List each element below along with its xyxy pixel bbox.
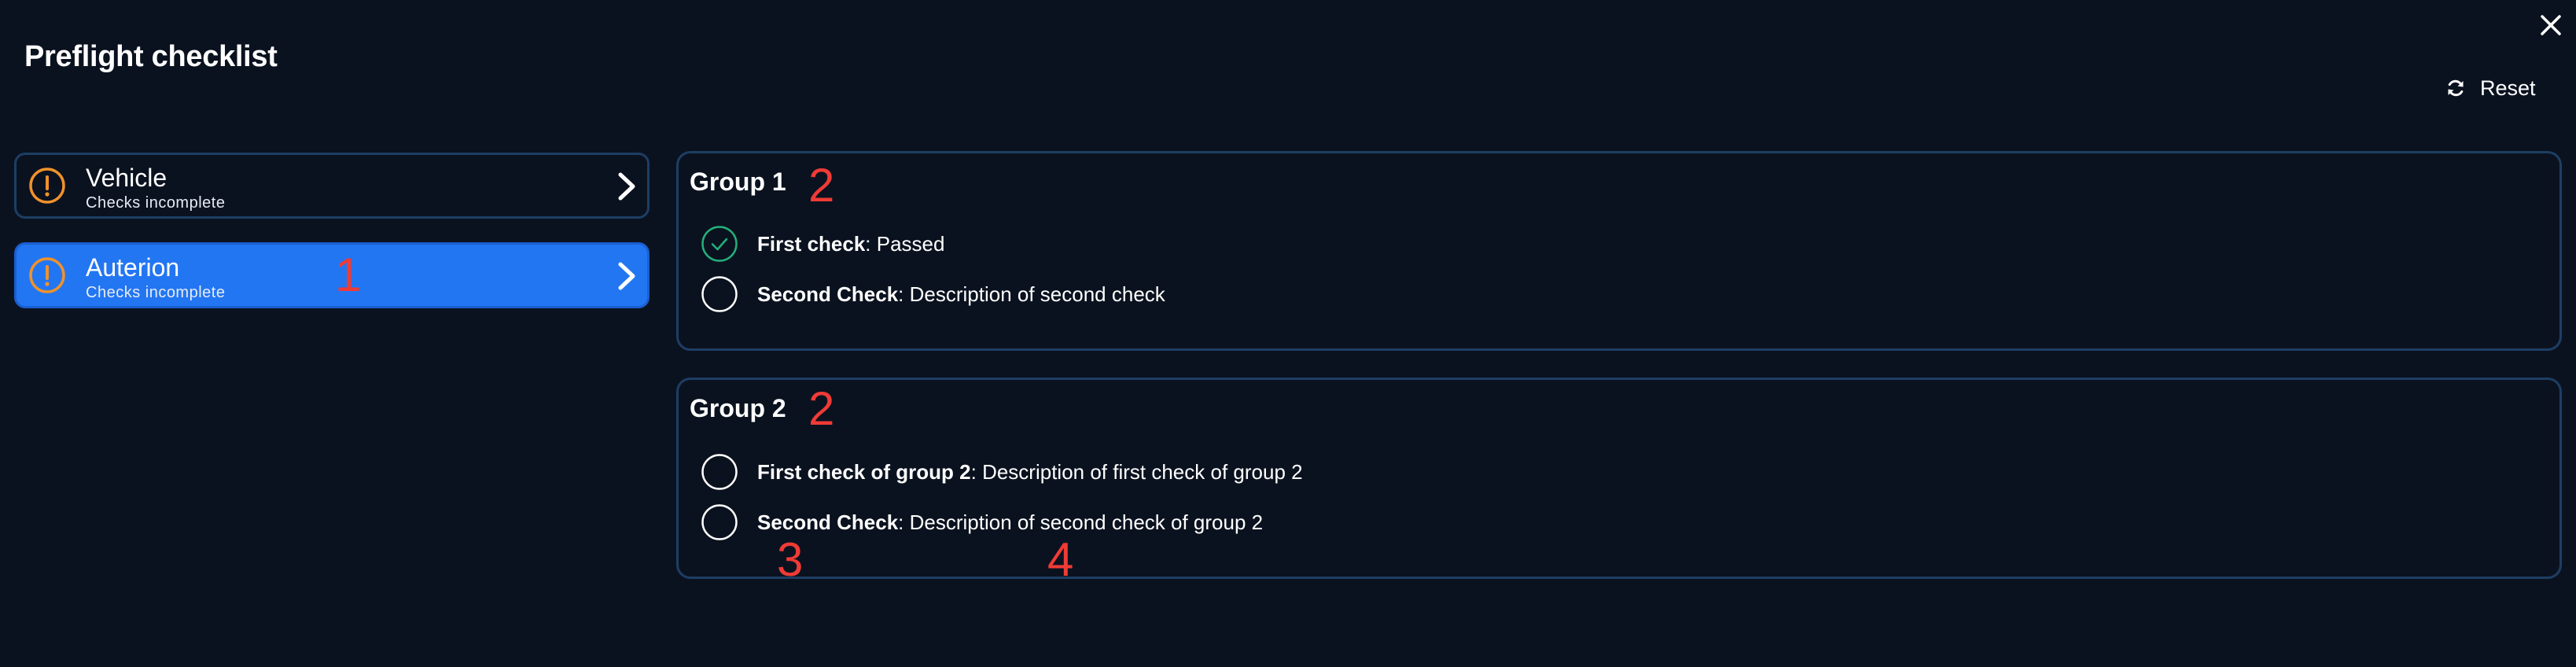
preflight-checklist-dialog: Preflight checklist Reset Vehicle Checks… <box>0 0 2576 667</box>
chevron-right-icon <box>618 172 635 201</box>
step-status: Checks incomplete <box>86 194 226 212</box>
check-description: Passed <box>876 232 945 256</box>
exclamation-circle-icon <box>29 168 65 204</box>
step-item-auterion[interactable]: Auterion Checks incomplete <box>14 242 650 308</box>
check-label: First check of group 2: Description of f… <box>757 459 1303 485</box>
check-label: First check: Passed <box>757 231 944 256</box>
step-title: Auterion <box>86 253 180 282</box>
check-item[interactable]: First check of group 2: Description of f… <box>701 452 1303 492</box>
check-label: Second Check: Description of second chec… <box>757 510 1263 535</box>
check-item[interactable]: First check: Passed <box>701 224 944 263</box>
page-title: Preflight checklist <box>24 40 278 73</box>
reset-label: Reset <box>2480 76 2536 100</box>
check-separator: : <box>865 232 877 256</box>
check-name: First check <box>757 232 866 256</box>
check-item[interactable]: Second Check: Description of second chec… <box>701 275 1165 314</box>
reset-button[interactable]: Reset <box>2445 72 2536 104</box>
annotation-marker: 3 <box>777 533 804 586</box>
exclamation-circle-icon <box>29 257 65 293</box>
check-group-1: Group 1 First check: Passed Second Check… <box>676 151 2562 351</box>
empty-circle-icon <box>701 454 738 490</box>
step-item-vehicle[interactable]: Vehicle Checks incomplete <box>14 153 650 219</box>
check-description: Description of first check of group 2 <box>982 460 1303 484</box>
check-circle-icon <box>701 226 738 262</box>
check-name: Second Check <box>757 510 899 534</box>
step-status: Checks incomplete <box>86 284 226 301</box>
check-description: Description of second check of group 2 <box>909 510 1264 534</box>
check-label: Second Check: Description of second chec… <box>757 282 1165 307</box>
group-title: Group 1 <box>690 168 786 196</box>
check-separator: : <box>898 282 910 306</box>
check-name: First check of group 2 <box>757 460 971 484</box>
check-group-2: Group 2 First check of group 2: Descript… <box>676 378 2562 579</box>
annotation-marker: 1 <box>335 249 362 301</box>
annotation-marker: 2 <box>808 159 835 212</box>
annotation-marker: 4 <box>1047 533 1074 586</box>
close-button[interactable] <box>2535 9 2567 41</box>
chevron-right-icon <box>618 262 635 290</box>
group-title: Group 2 <box>690 394 786 422</box>
annotation-marker: 2 <box>808 382 835 435</box>
empty-circle-icon <box>701 504 738 540</box>
check-description: Description of second check <box>909 282 1165 306</box>
refresh-icon <box>2448 79 2464 97</box>
step-title: Vehicle <box>86 164 167 192</box>
close-icon <box>2541 15 2561 35</box>
check-separator: : <box>898 510 910 534</box>
check-separator: : <box>970 460 983 484</box>
check-name: Second Check <box>757 282 899 306</box>
empty-circle-icon <box>701 276 738 312</box>
